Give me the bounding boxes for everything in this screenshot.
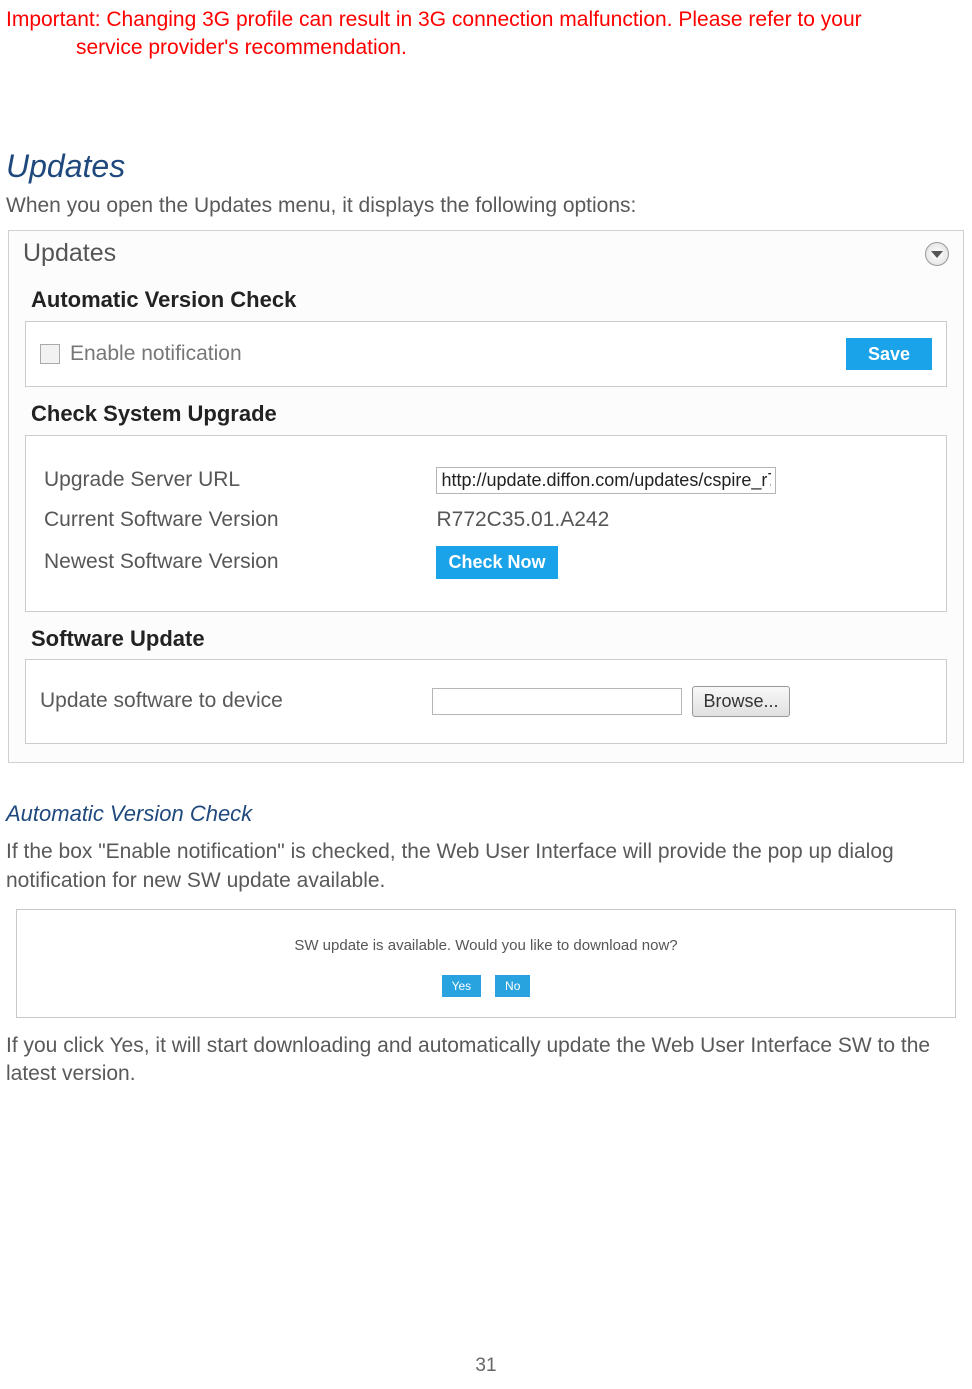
section-heading-updates: Updates [6,145,966,188]
updates-panel: Updates Automatic Version Check Enable n… [8,230,964,762]
upgrade-url-input[interactable] [436,467,776,494]
current-version-value: R772C35.01.A242 [432,500,932,540]
panel-header: Updates [9,231,963,273]
warning-line1: Important: Changing 3G profile can resul… [6,8,862,31]
updates-intro: When you open the Updates menu, it displ… [6,192,966,220]
page-number: 31 [0,1353,972,1379]
dialog-yes-button[interactable]: Yes [442,975,482,997]
subheading-auto-check: Automatic Version Check [6,799,966,829]
para-auto-check: If the box "Enable notification" is chec… [6,838,966,895]
section-title-system-upgrade: Check System Upgrade [9,387,963,435]
update-software-label: Update software to device [40,687,432,715]
save-button[interactable]: Save [846,338,932,370]
current-version-label: Current Software Version [40,500,432,540]
enable-notification-checkbox[interactable] [40,344,60,364]
newest-version-label: Newest Software Version [40,540,432,584]
warning-text: Important: Changing 3G profile can resul… [6,0,966,63]
upgrade-url-label: Upgrade Server URL [40,460,432,500]
section-box-software-update: Update software to device Browse... [25,659,947,743]
dialog-text: SW update is available. Would you like t… [27,936,945,956]
warning-line2: service provider's recommendation. [6,34,966,62]
update-file-input[interactable] [432,688,682,715]
collapse-icon[interactable] [925,242,949,266]
check-now-button[interactable]: Check Now [436,546,557,578]
section-title-auto-check: Automatic Version Check [9,273,963,321]
enable-notification-label: Enable notification [70,340,846,368]
section-title-software-update: Software Update [9,612,963,660]
sw-update-dialog: SW update is available. Would you like t… [16,909,956,1018]
para-after-dialog: If you click Yes, it will start download… [6,1032,966,1089]
section-box-system-upgrade: Upgrade Server URL Current Software Vers… [25,435,947,612]
browse-button[interactable]: Browse... [692,686,789,716]
dialog-no-button[interactable]: No [495,975,530,997]
section-box-auto-check: Enable notification Save [25,321,947,387]
panel-title: Updates [23,237,116,271]
